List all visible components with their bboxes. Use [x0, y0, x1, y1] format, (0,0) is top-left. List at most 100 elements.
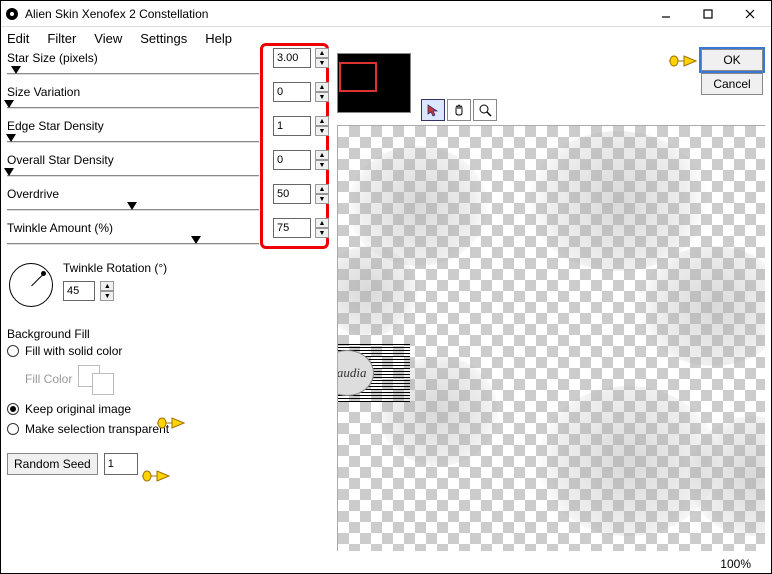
slider-input[interactable] [273, 218, 311, 238]
random-seed-button[interactable]: Random Seed [7, 453, 98, 475]
watermark: claudia [337, 344, 410, 404]
spin-up-icon[interactable]: ▲ [315, 48, 329, 58]
window-controls [645, 1, 771, 27]
spin-down-icon[interactable]: ▼ [315, 58, 329, 68]
radio-icon [7, 423, 19, 435]
slider-spinner[interactable]: ▲▼ [315, 150, 329, 170]
cancel-button[interactable]: Cancel [701, 73, 763, 95]
minimize-button[interactable] [645, 1, 687, 27]
spin-up-icon[interactable]: ▲ [315, 82, 329, 92]
slider-label: Overdrive [7, 187, 59, 201]
slider-star-size: Star Size (pixels) ▲▼ [7, 51, 337, 85]
spin-down-icon[interactable]: ▼ [315, 92, 329, 102]
spin-up-icon[interactable]: ▲ [315, 150, 329, 160]
ok-cancel-group: OK Cancel [701, 49, 763, 97]
radio-label: Fill with solid color [25, 344, 122, 358]
menu-edit[interactable]: Edit [7, 31, 29, 46]
slider-input[interactable] [273, 150, 311, 170]
slider-size-variation: Size Variation ▲▼ [7, 85, 337, 119]
content: Star Size (pixels) ▲▼ Size Variation ▲▼ … [1, 49, 771, 573]
left-pane: Star Size (pixels) ▲▼ Size Variation ▲▼ … [1, 49, 337, 573]
slider-input[interactable] [273, 116, 311, 136]
dial-dot [41, 271, 46, 276]
zoom-readout: 100% [720, 557, 751, 571]
slider-spinner[interactable]: ▲▼ [315, 48, 329, 68]
random-seed-row: Random Seed [7, 453, 337, 475]
menubar: Edit Filter View Settings Help [1, 27, 771, 49]
slider-track[interactable] [7, 243, 259, 245]
swatch-back [92, 373, 114, 395]
close-button[interactable] [729, 1, 771, 27]
slider-label: Overall Star Density [7, 153, 114, 167]
slider-label: Size Variation [7, 85, 80, 99]
titlebar: Alien Skin Xenofex 2 Constellation [1, 1, 771, 27]
slider-spinner[interactable]: ▲▼ [315, 82, 329, 102]
preview-blob [528, 131, 708, 271]
slider-input[interactable] [273, 82, 311, 102]
slider-track[interactable] [7, 73, 259, 75]
slider-thumb[interactable] [11, 66, 21, 74]
slider-label: Edge Star Density [7, 119, 104, 133]
spin-down-icon[interactable]: ▼ [315, 160, 329, 170]
pointer-tool[interactable] [421, 99, 445, 121]
rotation-dial[interactable] [9, 263, 53, 307]
slider-track[interactable] [7, 175, 259, 177]
slider-track[interactable] [7, 141, 259, 143]
slider-spinner[interactable]: ▲▼ [315, 184, 329, 204]
maximize-button[interactable] [687, 1, 729, 27]
navigator-thumbnail[interactable] [337, 53, 411, 113]
slider-input[interactable] [273, 48, 311, 68]
radio-make-transparent[interactable]: Make selection transparent [7, 419, 337, 439]
radio-fill-solid[interactable]: Fill with solid color [7, 341, 337, 361]
slider-input[interactable] [273, 184, 311, 204]
slider-spinner[interactable]: ▲▼ [315, 116, 329, 136]
menu-filter[interactable]: Filter [47, 31, 76, 46]
spin-down-icon[interactable]: ▼ [315, 228, 329, 238]
radio-label: Make selection transparent [25, 422, 169, 436]
menu-help[interactable]: Help [205, 31, 232, 46]
radio-keep-original[interactable]: Keep original image [7, 399, 337, 419]
navigator-viewport[interactable] [339, 62, 377, 92]
spin-down-icon[interactable]: ▼ [100, 291, 114, 301]
spin-down-icon[interactable]: ▼ [315, 126, 329, 136]
slider-thumb[interactable] [127, 202, 137, 210]
slider-track[interactable] [7, 107, 259, 109]
hand-pointer-icon [668, 52, 698, 70]
slider-thumb[interactable] [4, 100, 14, 108]
color-swatch[interactable] [78, 365, 122, 393]
slider-label: Star Size (pixels) [7, 51, 98, 65]
slider-overall-density: Overall Star Density ▲▼ [7, 153, 337, 187]
spin-down-icon[interactable]: ▼ [315, 194, 329, 204]
ok-button[interactable]: OK [701, 49, 763, 71]
slider-thumb[interactable] [6, 134, 16, 142]
spin-up-icon[interactable]: ▲ [315, 116, 329, 126]
menu-view[interactable]: View [94, 31, 122, 46]
app-icon [5, 7, 19, 21]
app-window: Alien Skin Xenofex 2 Constellation Edit … [0, 0, 772, 574]
slider-thumb[interactable] [191, 236, 201, 244]
slider-thumb[interactable] [4, 168, 14, 176]
spin-up-icon[interactable]: ▲ [315, 184, 329, 194]
ok-label: OK [723, 53, 740, 67]
slider-spinner[interactable]: ▲▼ [315, 218, 329, 238]
zoom-tool[interactable] [473, 99, 497, 121]
right-pane: OK Cancel [337, 49, 771, 573]
radio-icon [7, 403, 19, 415]
slider-label: Twinkle Amount (%) [7, 221, 113, 235]
fill-color-row: Fill Color [25, 365, 337, 393]
slider-edge-density: Edge Star Density ▲▼ [7, 119, 337, 153]
radio-icon [7, 345, 19, 357]
twinkle-rotation-group: Twinkle Rotation (°) ▲▼ [7, 255, 337, 309]
hand-tool[interactable] [447, 99, 471, 121]
window-title: Alien Skin Xenofex 2 Constellation [25, 7, 645, 21]
fill-color-label: Fill Color [25, 372, 72, 386]
rotation-input[interactable] [63, 281, 95, 301]
spin-up-icon[interactable]: ▲ [100, 281, 114, 291]
slider-twinkle-amount: Twinkle Amount (%) ▲▼ [7, 221, 337, 255]
menu-settings[interactable]: Settings [140, 31, 187, 46]
rotation-label: Twinkle Rotation (°) [63, 261, 167, 275]
rotation-spinner[interactable]: ▲▼ [100, 281, 114, 301]
preview-area[interactable]: claudia [337, 125, 765, 551]
spin-up-icon[interactable]: ▲ [315, 218, 329, 228]
random-seed-input[interactable] [104, 453, 138, 475]
